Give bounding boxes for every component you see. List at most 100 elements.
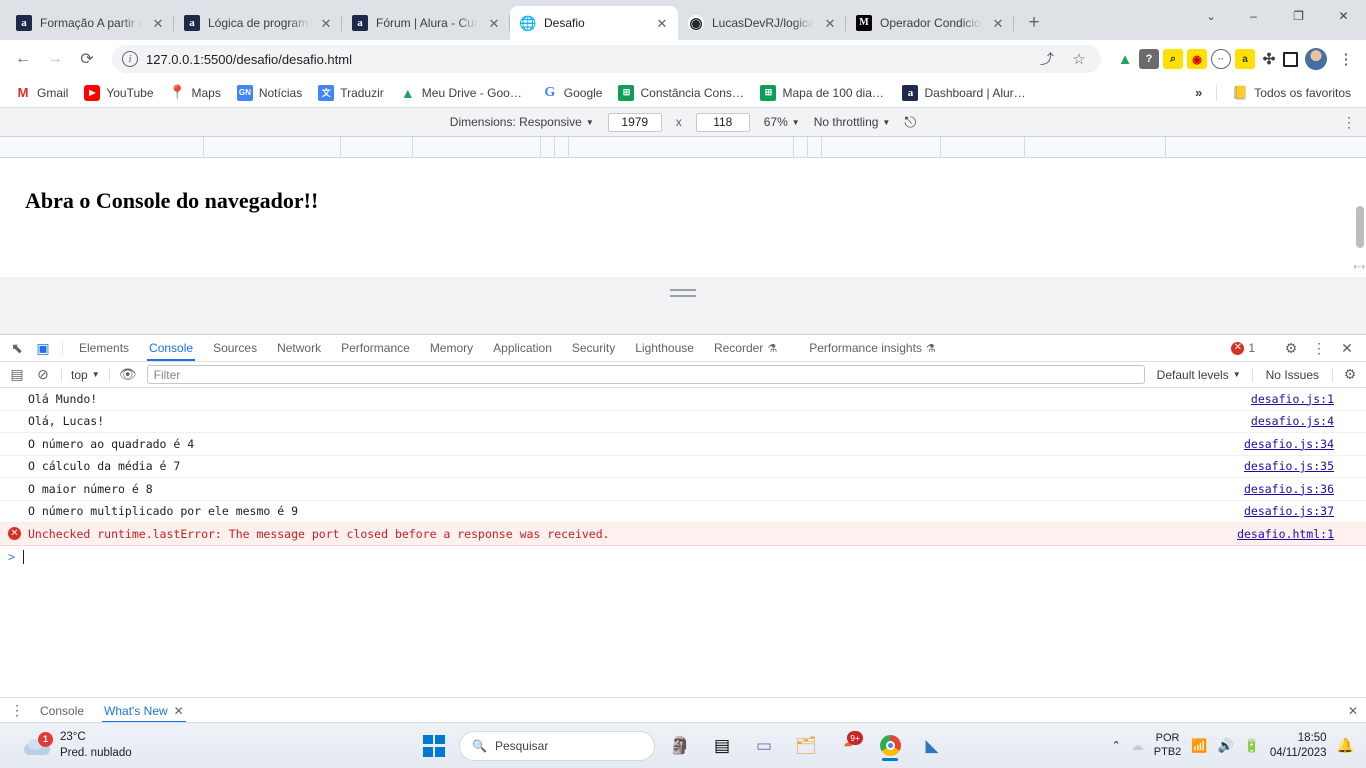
clock[interactable]: 18:50 04/11/2023 — [1270, 731, 1327, 760]
console-message-row[interactable]: Olá, Lucas! desafio.js:4 — [0, 411, 1366, 433]
error-count-badge[interactable]: ✕ 1 — [1225, 341, 1261, 355]
new-tab-button[interactable]: + — [1020, 9, 1048, 37]
bookmark-youtube[interactable]: ▶ YouTube — [77, 82, 160, 104]
side-panel-icon[interactable] — [1283, 51, 1298, 67]
maximize-button[interactable]: ❐ — [1276, 0, 1321, 32]
onedrive-icon[interactable]: ☁ — [1131, 738, 1144, 754]
bookmark-meu-drive[interactable]: ▲ Meu Drive - Google... — [393, 82, 533, 104]
battery-icon[interactable]: 🔋 — [1244, 738, 1260, 754]
viewport-height-input[interactable] — [695, 112, 750, 132]
message-source-link[interactable]: desafio.js:36 — [1244, 482, 1358, 496]
recorder-extension-icon[interactable]: ◉ — [1187, 49, 1207, 69]
device-toolbar-menu-icon[interactable]: ⋮ — [1342, 114, 1356, 131]
search-extension-icon[interactable]: ⌕ — [1163, 49, 1183, 69]
console-message-row[interactable]: O número ao quadrado é 4 desafio.js:34 — [0, 433, 1366, 456]
splitter-handle[interactable] — [670, 288, 696, 297]
tab-security[interactable]: Security — [562, 335, 625, 361]
tab-close-icon[interactable]: ✕ — [150, 15, 166, 31]
bookmark-mapa-100-dias[interactable]: ⊞ Mapa de 100 dias -... — [753, 82, 893, 104]
reload-button[interactable]: ⟳ — [72, 44, 102, 74]
bookmark-google[interactable]: G Google — [535, 82, 610, 104]
bookmark-maps[interactable]: 📍 Maps — [163, 82, 228, 104]
bookmark-dashboard-alura[interactable]: a Dashboard | Alura -... — [895, 82, 1035, 104]
tab-close-icon[interactable]: ✕ — [990, 15, 1006, 31]
drawer-tab-close-icon[interactable]: ✕ — [174, 704, 184, 718]
gear-icon[interactable]: ⚙ — [1278, 340, 1304, 357]
notifications-bell-icon[interactable]: 🔔 — [1337, 737, 1354, 754]
console-message-row[interactable]: O número multiplicado por ele mesmo é 9 … — [0, 501, 1366, 523]
language-indicator[interactable]: POR PTB2 — [1154, 732, 1182, 760]
console-sidebar-icon[interactable]: ▤ — [4, 364, 30, 386]
tab-close-icon[interactable]: ✕ — [318, 15, 334, 31]
drawer-close-icon[interactable]: ✕ — [1348, 704, 1358, 718]
inspect-element-icon[interactable]: ⬉ — [4, 335, 30, 361]
throttling-selector[interactable]: No throttling ▼ — [814, 115, 891, 129]
chrome-icon[interactable] — [873, 729, 907, 763]
bookmark-gmail[interactable]: M Gmail — [8, 82, 75, 104]
weather-widget[interactable]: 1 23°C Pred. nublado — [0, 730, 132, 761]
tab-memory[interactable]: Memory — [420, 335, 483, 361]
console-message-row[interactable]: O maior número é 8 desafio.js:36 — [0, 478, 1366, 501]
chat-icon[interactable]: ▭ — [747, 729, 781, 763]
resize-corner-icon[interactable]: ⤢ — [1351, 260, 1366, 275]
devtools-close-icon[interactable]: ✕ — [1334, 340, 1360, 357]
tab-close-icon[interactable]: ✕ — [822, 15, 838, 31]
viewport-width-input[interactable] — [607, 112, 662, 132]
site-info-icon[interactable]: i — [122, 51, 138, 67]
tab-console[interactable]: Console — [139, 335, 203, 361]
message-source-link[interactable]: desafio.js:1 — [1251, 392, 1358, 406]
translate-extension-icon[interactable]: a — [1235, 49, 1255, 69]
browser-tab-0[interactable]: a Formação A partir do ✕ — [6, 6, 174, 40]
share-icon[interactable]: ⤴ — [1035, 47, 1059, 71]
message-source-link[interactable]: desafio.html:1 — [1237, 527, 1358, 541]
start-button[interactable] — [417, 729, 451, 763]
browser-tab-2[interactable]: a Fórum | Alura - Curso ✕ — [342, 6, 510, 40]
dimensions-selector[interactable]: Dimensions: Responsive ▼ — [450, 115, 594, 129]
back-button[interactable]: ← — [8, 44, 38, 74]
tab-lighthouse[interactable]: Lighthouse — [625, 335, 704, 361]
chrome-menu-icon[interactable]: ⋮ — [1334, 50, 1358, 68]
profile-avatar[interactable] — [1305, 48, 1327, 70]
tab-close-icon[interactable]: ✕ — [654, 15, 670, 31]
tab-recorder[interactable]: Recorder ⚗ — [704, 335, 787, 361]
tab-search-chevron-icon[interactable]: ⌄ — [1191, 0, 1231, 32]
address-bar[interactable]: i 127.0.0.1:5500/desafio/desafio.html ⤴ … — [112, 45, 1101, 73]
bookmarks-overflow-icon[interactable]: » — [1189, 85, 1208, 100]
console-prompt[interactable]: > — [0, 546, 1366, 568]
chatgpt-app-icon[interactable]: ◓ 9+ — [831, 729, 865, 763]
tab-elements[interactable]: Elements — [69, 335, 139, 361]
bookmark-traduzir[interactable]: 文 Traduzir — [311, 82, 391, 104]
volume-icon[interactable]: 🔊 — [1217, 738, 1233, 754]
wifi-icon[interactable]: 📶 — [1191, 738, 1207, 754]
console-message-row[interactable]: O cálculo da média é 7 desafio.js:35 — [0, 456, 1366, 478]
log-levels-selector[interactable]: Default levels ▼ — [1151, 368, 1247, 382]
console-filter-input[interactable] — [146, 365, 1145, 384]
browser-tab-5[interactable]: M Operador Condiciona ✕ — [846, 6, 1014, 40]
forward-button[interactable]: → — [40, 44, 70, 74]
vscode-icon[interactable]: ◣ — [915, 729, 949, 763]
viewport-scrollbar[interactable] — [1356, 206, 1364, 248]
loom-extension-icon[interactable]: ·· — [1211, 49, 1231, 69]
copilot-icon[interactable]: 🗿 — [663, 729, 697, 763]
bookmark-constancia[interactable]: ⊞ Constância Constró... — [611, 82, 751, 104]
drawer-tab-console[interactable]: Console — [30, 698, 94, 723]
issues-status[interactable]: No Issues — [1258, 368, 1327, 382]
tab-performance-insights[interactable]: Performance insights ⚗ — [787, 335, 946, 361]
tray-chevron-icon[interactable]: ⌃ — [1112, 739, 1121, 752]
tab-sources[interactable]: Sources — [203, 335, 267, 361]
devtools-splitter[interactable] — [0, 277, 1366, 308]
clear-console-icon[interactable]: ⊘ — [30, 364, 56, 386]
message-source-link[interactable]: desafio.js:4 — [1251, 414, 1358, 428]
bookmark-all-bookmarks[interactable]: 📒 Todos os favoritos — [1225, 82, 1358, 104]
message-source-link[interactable]: desafio.js:37 — [1244, 504, 1358, 518]
console-error-row[interactable]: ✕ Unchecked runtime.lastError: The messa… — [0, 523, 1366, 546]
devtools-more-icon[interactable]: ⋮ — [1306, 340, 1332, 357]
bookmark-star-icon[interactable]: ☆ — [1067, 47, 1091, 71]
task-view-icon[interactable]: ▤ — [705, 729, 739, 763]
browser-tab-1[interactable]: a Lógica de programaç ✕ — [174, 6, 342, 40]
close-window-button[interactable]: ✕ — [1321, 0, 1366, 32]
rotate-icon[interactable]: ⎋ — [904, 114, 916, 131]
tab-close-icon[interactable]: ✕ — [486, 15, 502, 31]
drawer-tab-whats-new[interactable]: What's New ✕ — [94, 698, 194, 723]
question-extension-icon[interactable]: ? — [1139, 49, 1159, 69]
